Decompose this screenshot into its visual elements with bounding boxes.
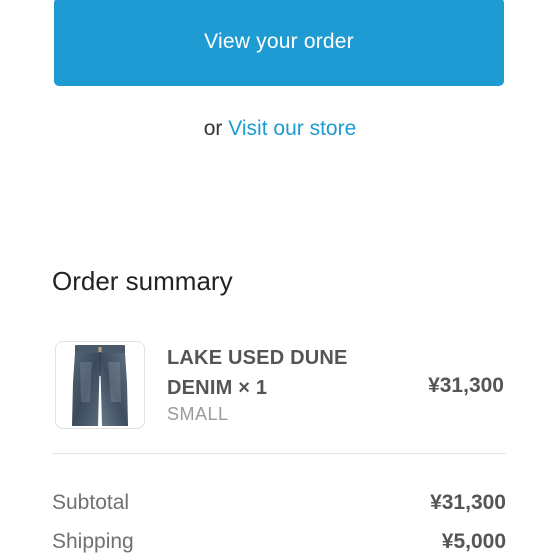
alternate-action-line: or Visit our store [0, 117, 560, 141]
product-name: LAKE USED DUNE DENIM × 1 [167, 347, 348, 399]
or-text: or [203, 117, 223, 140]
product-price: ¥31,300 [428, 374, 504, 397]
product-thumbnail [55, 341, 145, 429]
shipping-label: Shipping [52, 530, 134, 553]
shipping-row: Shipping ¥5,000 [52, 530, 506, 554]
product-variant: SMALL [167, 404, 229, 424]
shipping-value: ¥5,000 [441, 530, 506, 553]
subtotal-row: Subtotal ¥31,300 [52, 491, 506, 515]
subtotal-label: Subtotal [52, 491, 130, 514]
view-order-button[interactable]: View your order [54, 0, 504, 86]
subtotal-value: ¥31,300 [430, 491, 506, 514]
visit-store-link[interactable]: Visit our store [228, 117, 356, 140]
order-summary-title: Order summary [52, 266, 233, 296]
summary-divider [52, 453, 506, 454]
jeans-thumbnail-image [72, 345, 128, 426]
